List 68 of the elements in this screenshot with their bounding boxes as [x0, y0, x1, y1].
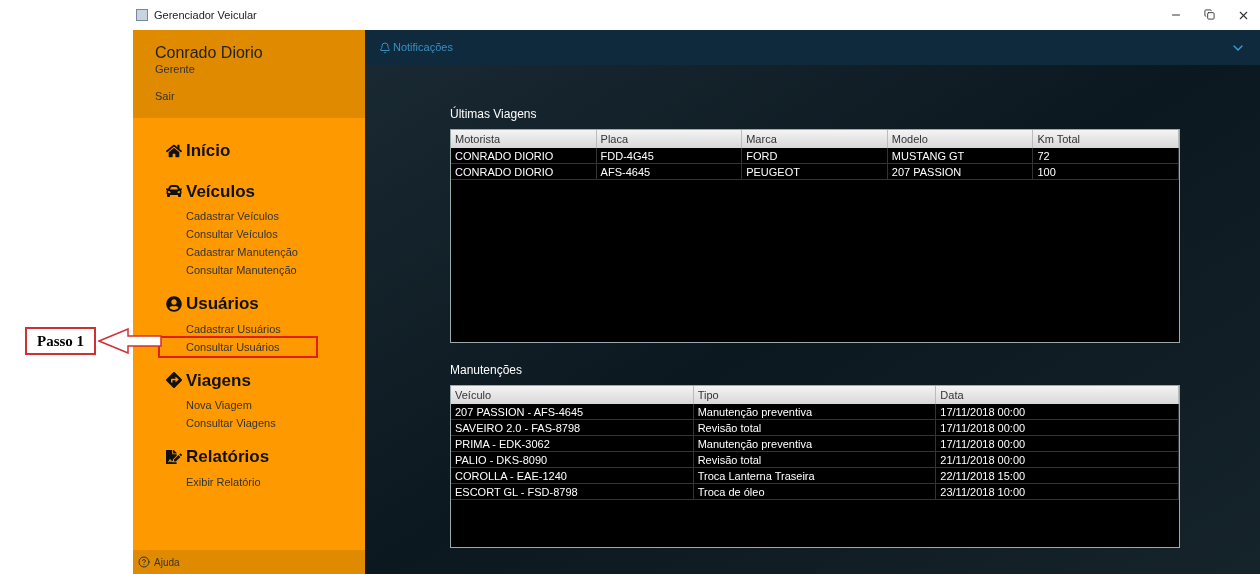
table-cell: SAVEIRO 2.0 - FAS-8798 [451, 420, 694, 436]
callout-arrow [98, 328, 163, 354]
table-cell: Manutenção preventiva [693, 436, 937, 452]
table-cell: Troca de óleo [693, 484, 937, 500]
help-icon [138, 556, 150, 568]
document-icon [166, 448, 182, 465]
table-cell: FORD [742, 148, 888, 164]
table-cell: PALIO - DKS-8090 [451, 452, 694, 468]
table-cell: PEUGEOT [742, 164, 888, 180]
column-header[interactable]: Data [936, 386, 1179, 404]
user-name: Conrado Diorio [155, 44, 264, 62]
column-header[interactable]: Km Total [1033, 130, 1179, 148]
column-header[interactable]: Placa [596, 130, 743, 148]
table-cell: FDD-4G45 [596, 148, 743, 164]
table-cell: PRIMA - EDK-3062 [451, 436, 694, 452]
menu-link[interactable]: Cadastrar Usuários [166, 319, 281, 338]
menu-link[interactable]: Nova Viagem [166, 396, 252, 414]
section-heading[interactable]: Viagens [186, 367, 251, 393]
table-cell: CONRADO DIORIO [451, 148, 597, 164]
table-cell: 72 [1033, 148, 1179, 164]
table-cell: ESCORT GL - FSD-8798 [451, 484, 694, 500]
table-cell: 17/11/2018 00:00 [936, 420, 1179, 436]
table-title: Últimas Viagens [450, 105, 538, 123]
section-heading[interactable]: Usuários [186, 291, 259, 317]
table-cell: 17/11/2018 00:00 [936, 404, 1179, 420]
bell-icon [379, 41, 391, 54]
menu-link[interactable]: Consultar Usuários [160, 337, 316, 356]
help-bar[interactable]: Ajuda [133, 550, 365, 574]
table-cell: MUSTANG GT [887, 148, 1034, 164]
column-header[interactable]: Motorista [451, 130, 597, 148]
table-cell: AFS-4645 [596, 164, 743, 180]
table-cell: COROLLA - EAE-1240 [451, 468, 694, 484]
house-icon [166, 142, 182, 159]
table-cell: CONRADO DIORIO [451, 164, 597, 180]
step-callout: Passo 1 [25, 327, 97, 355]
menu-link[interactable]: Consultar Manutenção [166, 261, 297, 279]
logout-link[interactable]: Sair [155, 88, 343, 105]
table-cell: 207 PASSION - AFS-4645 [451, 404, 694, 420]
notifications-link[interactable]: Notificações [393, 39, 453, 56]
column-header[interactable]: Modelo [887, 130, 1034, 148]
menu-link[interactable]: Consultar Veículos [166, 225, 278, 243]
table-cell: 22/11/2018 15:00 [936, 468, 1179, 484]
car-icon [166, 183, 182, 200]
column-header[interactable]: Tipo [693, 386, 937, 404]
section-heading[interactable]: Veículos [186, 178, 255, 204]
column-header[interactable]: Marca [742, 130, 888, 148]
table-cell: Revisão total [693, 420, 937, 436]
section-heading[interactable]: Início [186, 138, 231, 164]
restore-icon[interactable] [1204, 8, 1215, 20]
column-header[interactable]: Veículo [451, 386, 694, 404]
table-cell: 21/11/2018 00:00 [936, 452, 1179, 468]
app-icon [136, 9, 148, 21]
menu-link[interactable]: Exibir Relatório [166, 472, 261, 491]
table-cell: Troca Lanterna Traseira [693, 468, 937, 484]
menu-link[interactable]: Cadastrar Manutenção [166, 243, 298, 261]
window-title: Gerenciador Veicular [154, 7, 257, 23]
table-cell: 100 [1033, 164, 1179, 180]
table-cell: 207 PASSION [887, 164, 1034, 180]
table-cell: Manutenção preventiva [693, 404, 937, 420]
table-cell: Revisão total [693, 452, 937, 468]
table-cell: 23/11/2018 10:00 [936, 484, 1179, 500]
user-role: Gerente [155, 62, 196, 76]
table-title: Manutenções [450, 362, 524, 379]
table-cell: 17/11/2018 00:00 [936, 436, 1179, 452]
direction-sign-icon [166, 372, 182, 389]
menu-link[interactable]: Cadastrar Veículos [166, 207, 279, 225]
section-heading[interactable]: Relatórios [186, 444, 270, 470]
menu-link[interactable]: Consultar Viagens [166, 414, 276, 432]
